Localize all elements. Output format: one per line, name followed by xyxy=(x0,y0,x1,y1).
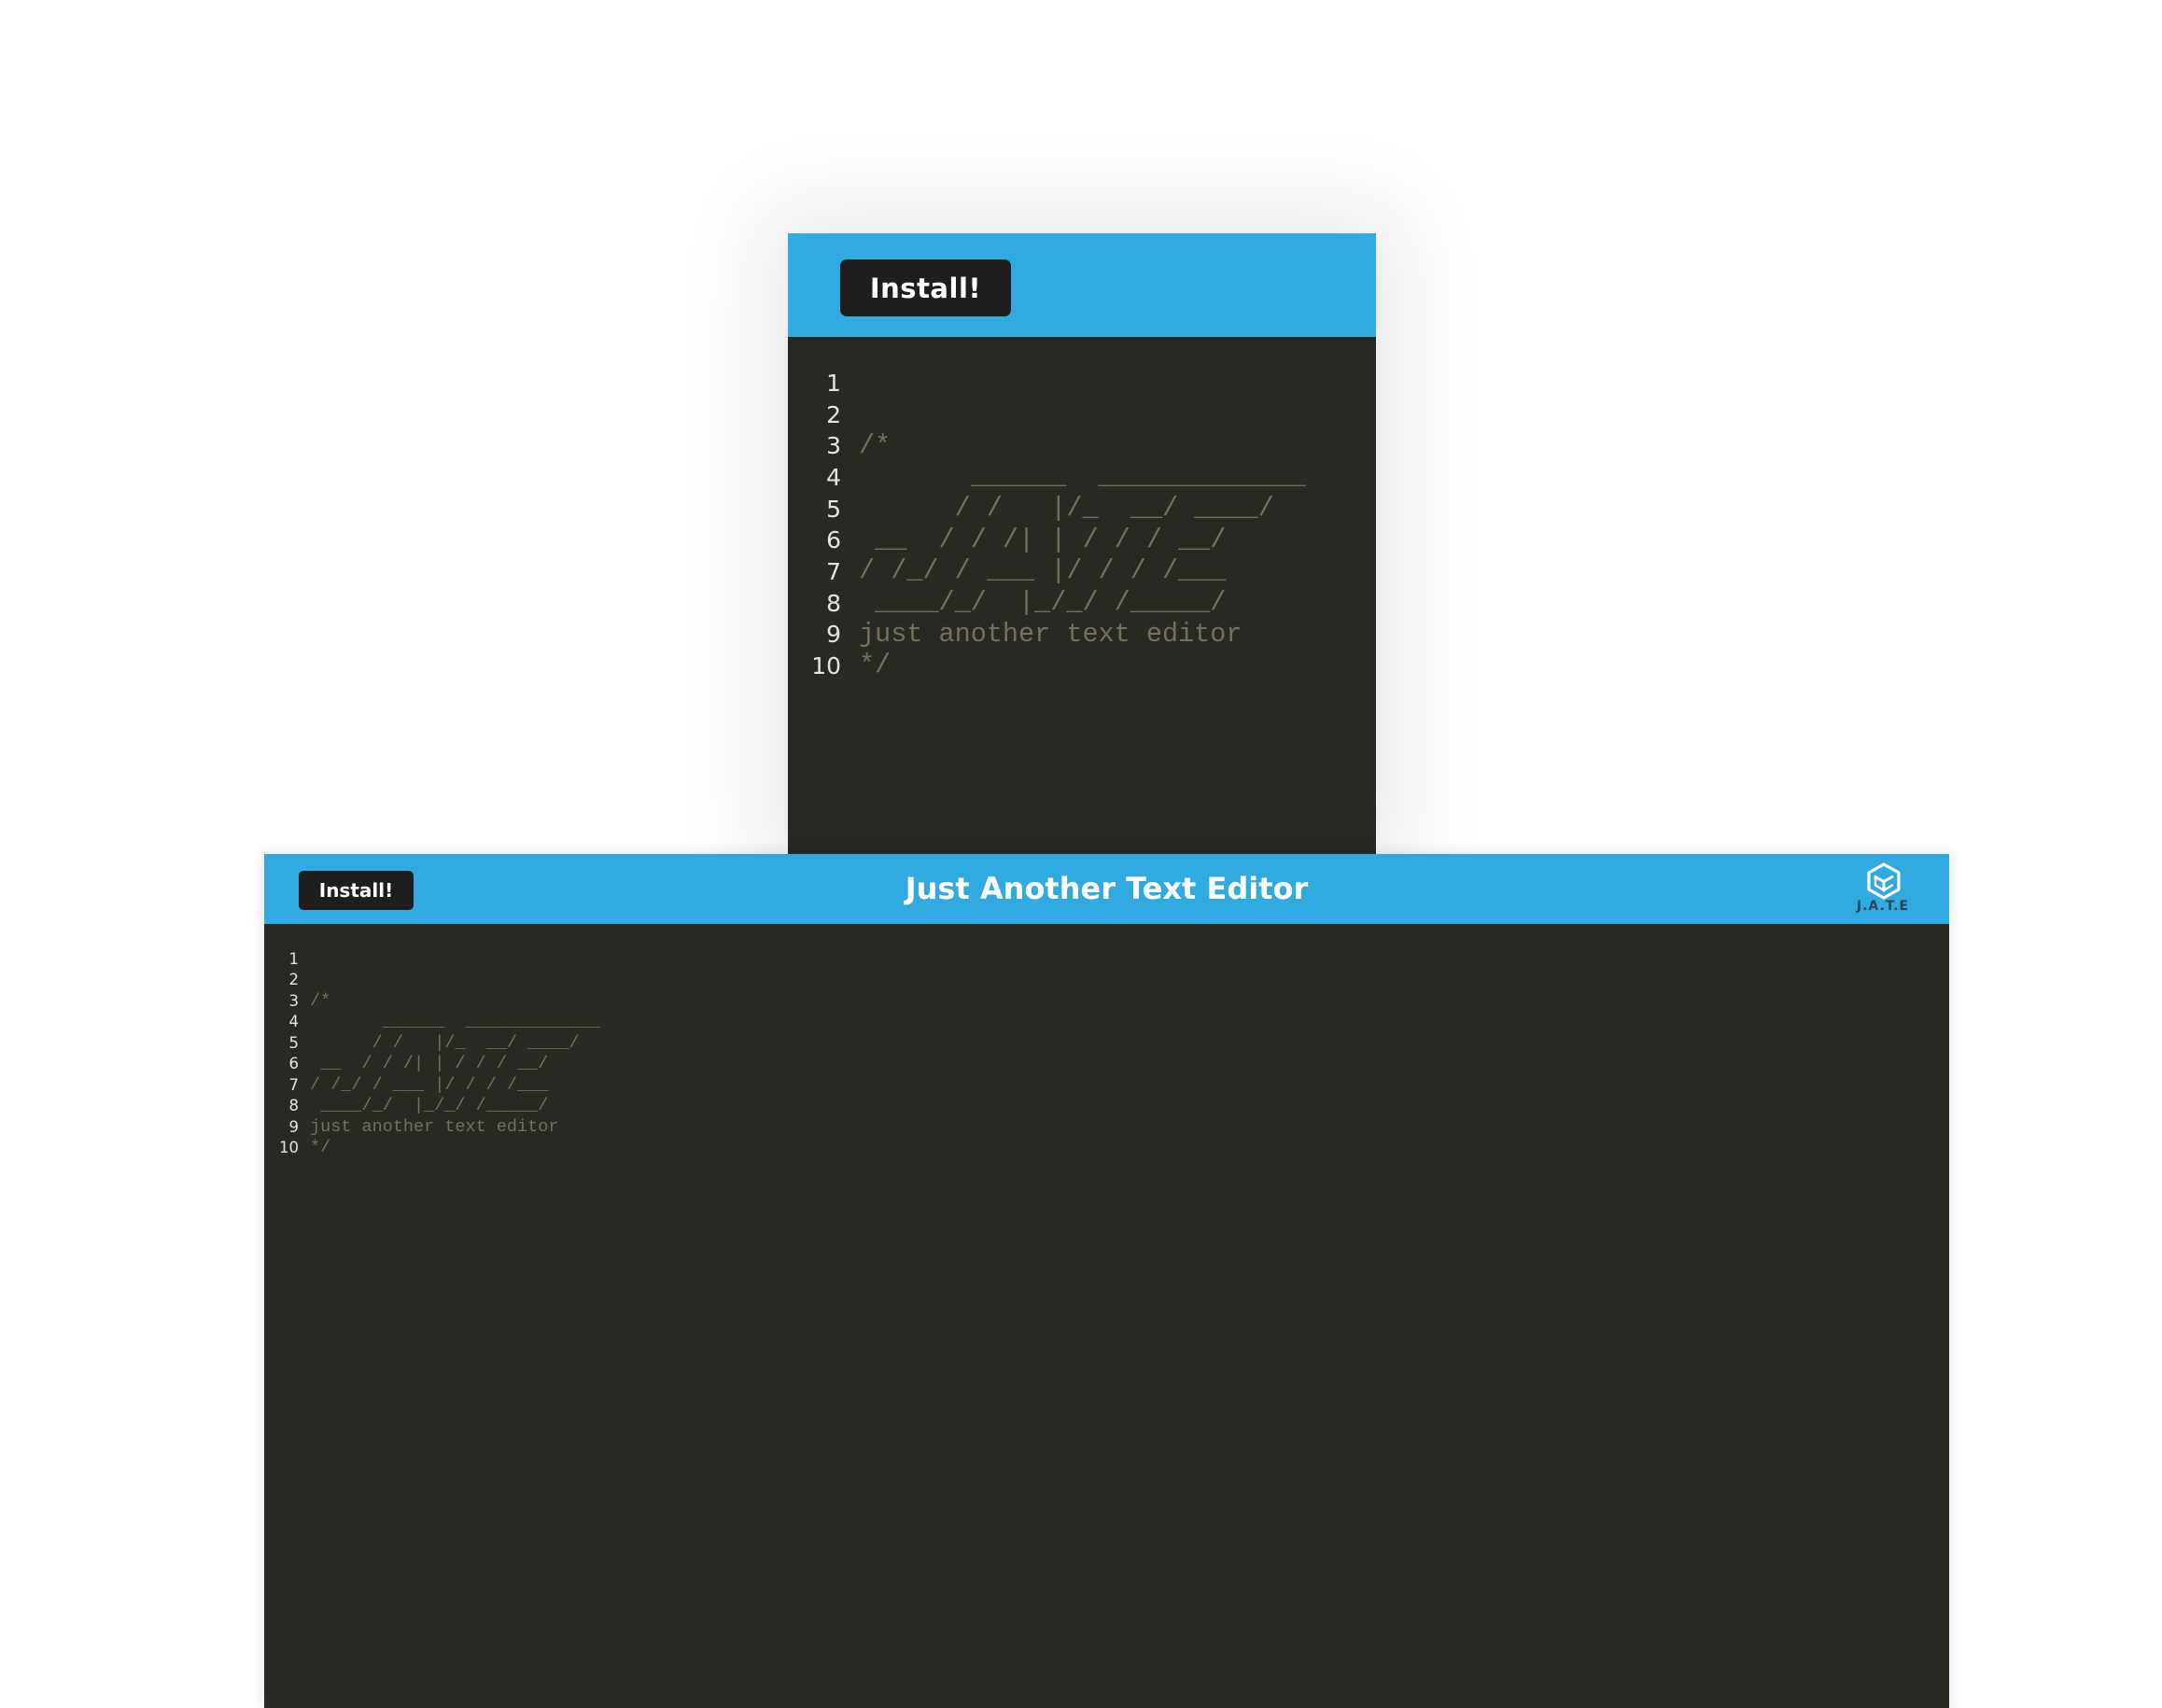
editor-line[interactable]: 5 __ / / /| | / / / __/ xyxy=(788,463,1226,555)
line-number: 10 xyxy=(279,1139,299,1156)
editor-line[interactable]: 1 xyxy=(264,928,300,968)
line-text[interactable]: just another text editor xyxy=(859,619,1242,650)
line-text[interactable]: */ xyxy=(310,1138,330,1159)
editor-line[interactable]: 2 /* xyxy=(788,369,891,461)
editor-line[interactable]: 3 ______ _____________ xyxy=(264,970,600,1032)
editor-line[interactable]: 5 __ / / /| | / / / __/ xyxy=(264,1012,549,1074)
editor-line[interactable]: 4 / / |/_ __/ ____/ xyxy=(264,991,580,1053)
line-text[interactable]: __ / / /| | / / / __/ xyxy=(859,525,1226,555)
line-text[interactable]: / /_/ / ___ |/ / / /___ xyxy=(310,1075,548,1097)
editor-line[interactable]: 8 just another text editor xyxy=(264,1075,559,1137)
desktop-install-button[interactable]: Install! xyxy=(299,871,414,910)
editor-line[interactable]: 7 ____/_/ |_/_/ /_____/ xyxy=(264,1054,549,1116)
jate-logo: J.A.T.E xyxy=(1851,861,1915,917)
line-text[interactable]: / / |/_ __/ ____/ xyxy=(859,493,1274,524)
editor-line[interactable]: 10 xyxy=(788,620,841,679)
line-text[interactable]: */ xyxy=(859,650,891,680)
line-text[interactable]: ____/_/ |_/_/ /_____/ xyxy=(859,587,1226,618)
editor-line[interactable]: 9 */ xyxy=(788,588,891,680)
editor-line[interactable]: 10 xyxy=(264,1117,299,1156)
mobile-header: Install! xyxy=(788,233,1376,337)
editor-line[interactable]: 4 / / |/_ __/ ____/ xyxy=(788,431,1274,524)
jate-cube-logo-icon xyxy=(1867,862,1901,900)
editor-line[interactable]: 6 / /_/ / ___ |/ / / /___ xyxy=(788,494,1226,586)
line-text[interactable]: __ / / /| | / / / __/ xyxy=(310,1054,548,1075)
desktop-code-editor[interactable]: 1 2 /* 3 ______ _____________ 4 / / |/_ … xyxy=(264,924,1949,1708)
editor-line[interactable]: 3 ______ _____________ xyxy=(788,399,1306,492)
app-title: Just Another Text Editor xyxy=(905,871,1309,906)
line-number: 10 xyxy=(811,652,841,679)
line-text[interactable]: /* xyxy=(859,430,891,461)
mobile-app-window: Install! 1 2 /* 3 ______ _____________ 4… xyxy=(788,233,1376,859)
line-text[interactable]: ______ _____________ xyxy=(310,1012,600,1033)
line-text[interactable]: just another text editor xyxy=(310,1117,558,1139)
desktop-header: Just Another Text Editor Install! J.A.T.… xyxy=(264,854,1949,924)
line-text[interactable]: ____/_/ |_/_/ /_____/ xyxy=(310,1096,548,1117)
line-text[interactable]: / / |/_ __/ ____/ xyxy=(310,1033,580,1055)
line-text[interactable]: ______ _____________ xyxy=(859,461,1306,492)
line-text[interactable]: /* xyxy=(310,991,330,1013)
mobile-code-editor[interactable]: 1 2 /* 3 ______ _____________ 4 / / |/_ … xyxy=(788,337,1376,859)
editor-line[interactable]: 9 */ xyxy=(264,1096,331,1158)
logo-text: J.A.T.E xyxy=(1856,899,1910,914)
desktop-app-window: Just Another Text Editor Install! J.A.T.… xyxy=(264,854,1949,1708)
editor-line[interactable]: 7 ____/_/ |_/_/ /_____/ xyxy=(788,525,1226,618)
editor-line[interactable]: 1 xyxy=(788,337,841,397)
mobile-install-button[interactable]: Install! xyxy=(840,259,1011,316)
editor-line[interactable]: 6 / /_/ / ___ |/ / / /___ xyxy=(264,1033,549,1095)
editor-line[interactable]: 2 /* xyxy=(264,949,331,1011)
editor-line[interactable]: 8 just another text editor xyxy=(788,557,1242,650)
line-text[interactable]: / /_/ / ___ |/ / / /___ xyxy=(859,555,1226,586)
